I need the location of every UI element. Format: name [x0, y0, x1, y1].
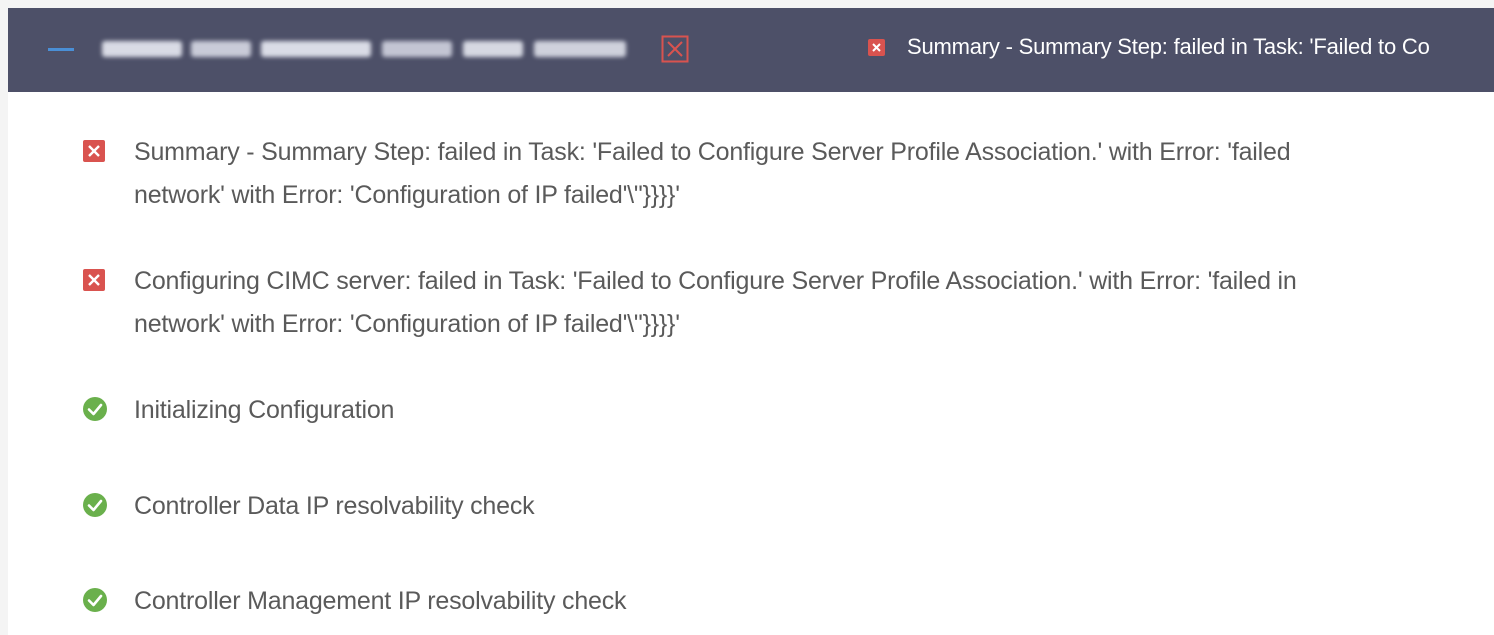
step-item: Configuring CIMC server: failed in Task:…	[82, 260, 1494, 346]
error-icon	[868, 38, 885, 56]
close-box-icon[interactable]	[661, 35, 689, 63]
step-text: Summary - Summary Step: failed in Task: …	[134, 138, 1291, 209]
step-text: Controller Management IP resolvability c…	[134, 587, 627, 615]
workflow-panel: Summary - Summary Step: failed in Task: …	[8, 8, 1494, 635]
node-header: Summary - Summary Step: failed in Task: …	[8, 8, 1494, 92]
header-status-text: Summary - Summary Step: failed in Task: …	[907, 34, 1430, 59]
check-circle-icon	[83, 588, 107, 612]
node-name-redacted	[96, 37, 626, 61]
error-icon	[83, 269, 105, 291]
check-circle-icon	[83, 493, 107, 517]
check-circle-icon	[83, 397, 107, 421]
step-text: Configuring CIMC server: failed in Task:…	[134, 267, 1297, 338]
header-status: Summary - Summary Step: failed in Task: …	[868, 34, 1430, 60]
step-text: Controller Data IP resolvability check	[134, 492, 535, 520]
error-icon	[83, 140, 105, 162]
step-item: Controller Management IP resolvability c…	[82, 580, 1494, 623]
step-item: Summary - Summary Step: failed in Task: …	[82, 131, 1494, 217]
step-item: Initializing Configuration	[82, 389, 1494, 432]
step-item: Controller Data IP resolvability check	[82, 485, 1494, 528]
collapse-minus-icon[interactable]	[48, 48, 74, 51]
step-text: Initializing Configuration	[134, 396, 395, 424]
